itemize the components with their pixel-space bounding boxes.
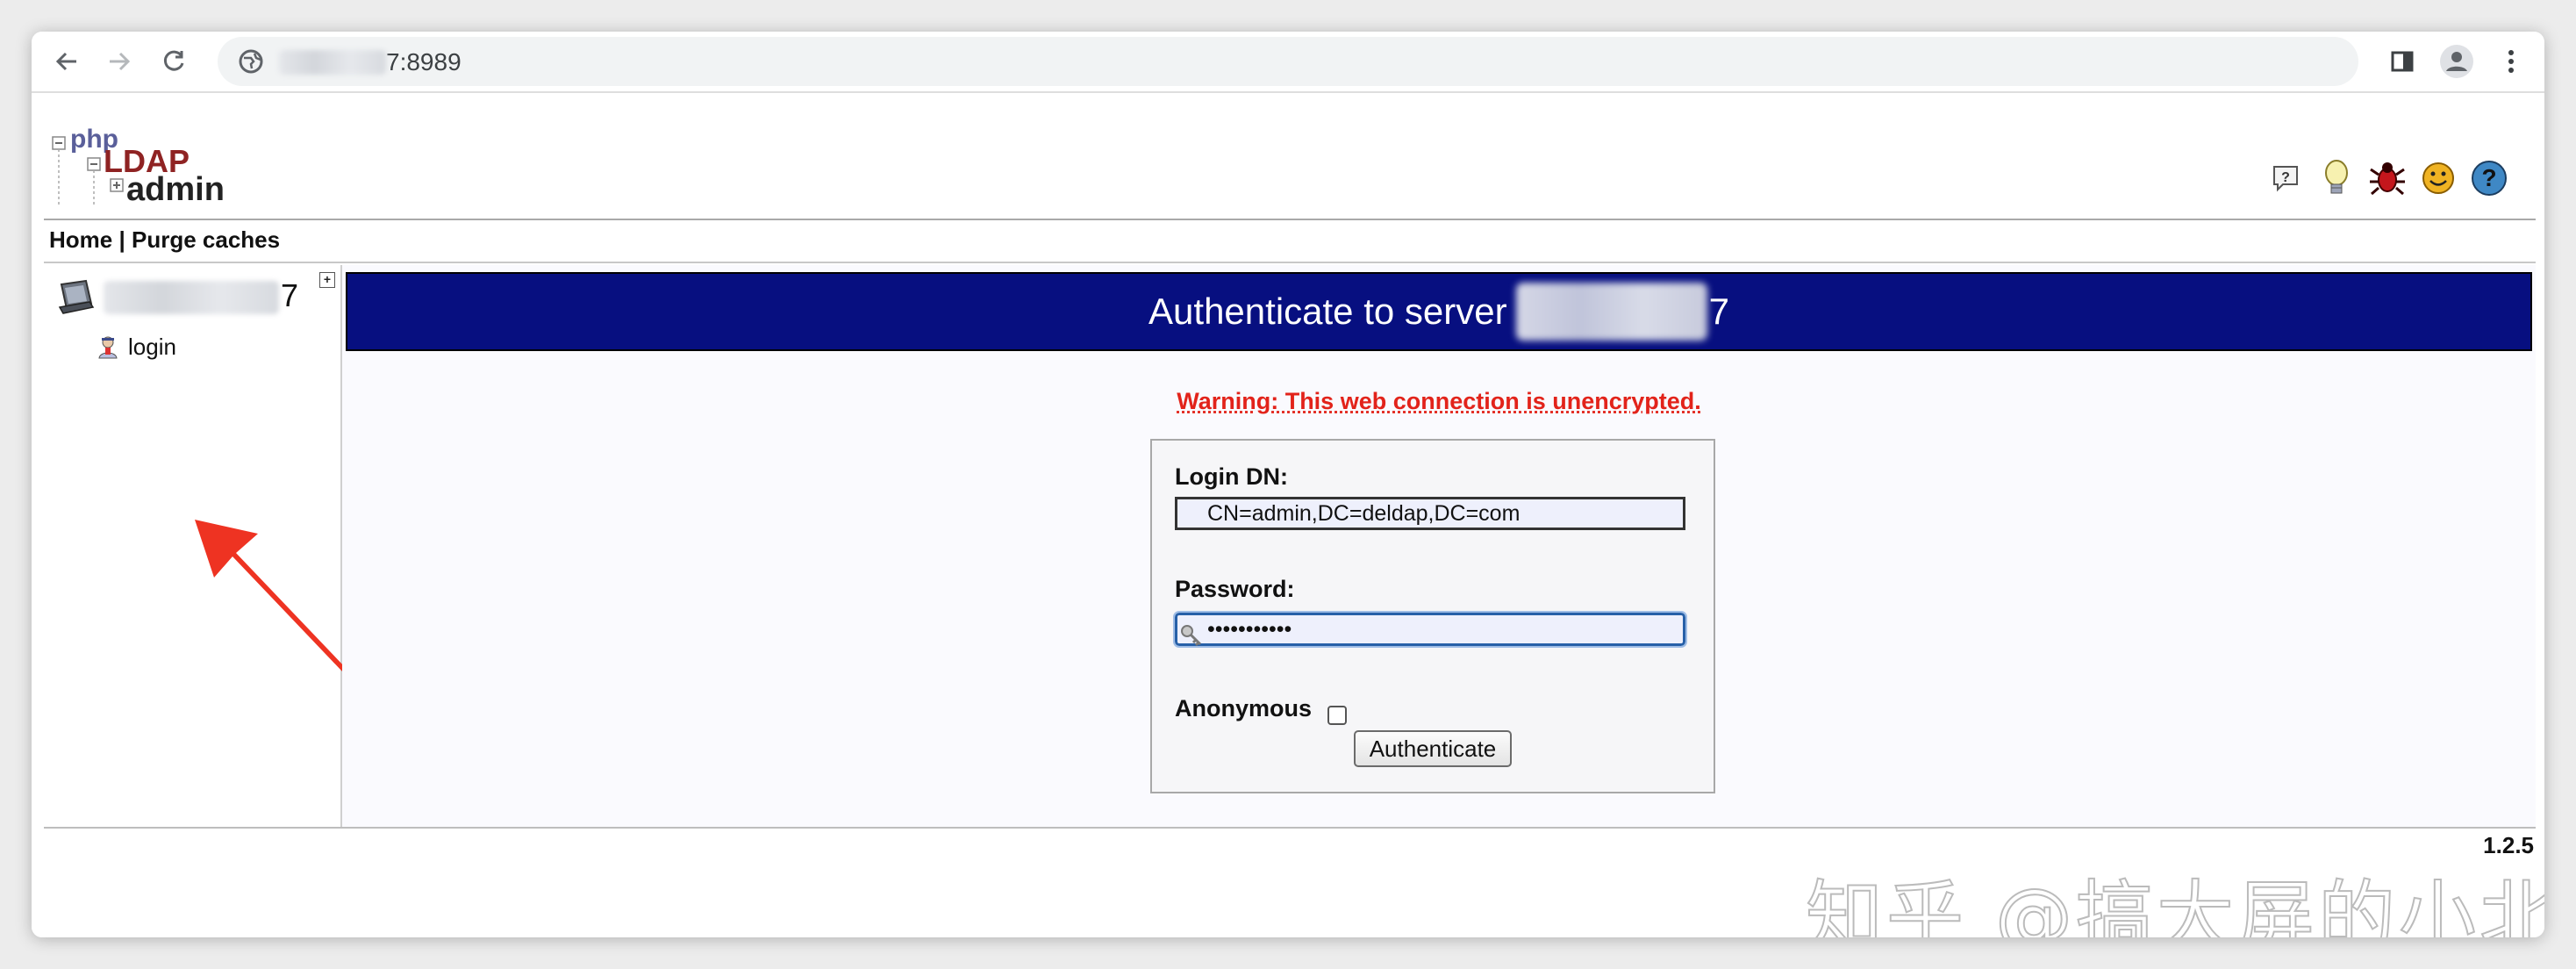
server-name-suffix: 7 xyxy=(281,277,299,313)
redacted-server-address xyxy=(1515,283,1707,341)
unencrypted-warning: Warning: This web connection is unencryp… xyxy=(342,388,2536,415)
login-dn-label: Login DN: xyxy=(1175,463,1288,490)
top-nav: Home | Purge caches xyxy=(49,226,280,254)
address-bar[interactable]: 7:8989 xyxy=(218,37,2358,86)
title-text: Authenticate to server xyxy=(1148,291,1507,332)
title-suffix: 7 xyxy=(1708,291,1729,332)
browser-window: 7:8989 php LDAP admin ? ? Home | Purge c… xyxy=(32,32,2544,937)
svg-text:admin: admin xyxy=(126,171,225,208)
svg-text:?: ? xyxy=(2481,164,2496,191)
main-content: Authenticate to server 7 Warning: This w… xyxy=(342,265,2536,827)
user-icon xyxy=(98,336,118,358)
anonymous-checkbox[interactable] xyxy=(1327,706,1347,725)
svg-text:?: ? xyxy=(2281,170,2290,185)
server-tree: 7 + login xyxy=(44,265,383,827)
server-icon xyxy=(56,277,97,316)
warning-text: Warning: This web connection is unencryp… xyxy=(1177,388,1701,414)
back-icon[interactable] xyxy=(49,44,84,79)
forward-icon[interactable] xyxy=(102,44,137,79)
help-icon[interactable]: ? xyxy=(2264,156,2308,200)
url-visible-part: 7:8989 xyxy=(386,48,462,75)
sidepanel-icon[interactable] xyxy=(2385,44,2420,79)
nav-separator: | xyxy=(118,226,125,253)
smiley-icon[interactable] xyxy=(2416,156,2460,200)
anonymous-label: Anonymous xyxy=(1175,695,1313,721)
expand-button[interactable]: + xyxy=(319,272,335,288)
browser-toolbar: 7:8989 xyxy=(32,32,2544,93)
key-icon xyxy=(1181,625,1202,647)
header-divider xyxy=(44,219,2536,220)
page: php LDAP admin ? ? Home | Purge caches 7… xyxy=(32,93,2544,937)
profile-icon[interactable] xyxy=(2439,44,2474,79)
authenticate-button[interactable]: Authenticate xyxy=(1354,730,1512,767)
reload-icon[interactable] xyxy=(156,44,191,79)
password-input[interactable] xyxy=(1173,611,1687,648)
light-bulb-icon[interactable] xyxy=(2315,156,2358,200)
login-dn-input[interactable] xyxy=(1175,497,1685,530)
purge-caches-link[interactable]: Purge caches xyxy=(132,226,280,253)
watermark: 知乎 @搞大屏的小北 xyxy=(1805,871,2544,937)
redacted-server-name xyxy=(104,281,279,314)
home-link[interactable]: Home xyxy=(49,226,112,253)
page-title: Authenticate to server 7 xyxy=(346,272,2532,351)
help-circle-icon[interactable]: ? xyxy=(2467,156,2511,200)
bug-icon[interactable] xyxy=(2365,156,2409,200)
header-icons: ? ? xyxy=(2264,156,2511,200)
nav-divider xyxy=(44,262,2536,263)
url-text[interactable]: 7:8989 xyxy=(279,48,462,76)
phpldapadmin-logo[interactable]: php LDAP admin xyxy=(49,118,242,209)
menu-icon[interactable] xyxy=(2494,44,2529,79)
password-label: Password: xyxy=(1175,576,1295,602)
tree-login-link[interactable]: login xyxy=(97,334,176,361)
site-info-icon[interactable] xyxy=(235,46,267,77)
redacted-url-part xyxy=(279,50,386,75)
login-label[interactable]: login xyxy=(128,334,176,361)
footer-divider xyxy=(44,827,2536,829)
login-form: Login DN: Password: Anonymous Authentica… xyxy=(1150,439,1715,793)
